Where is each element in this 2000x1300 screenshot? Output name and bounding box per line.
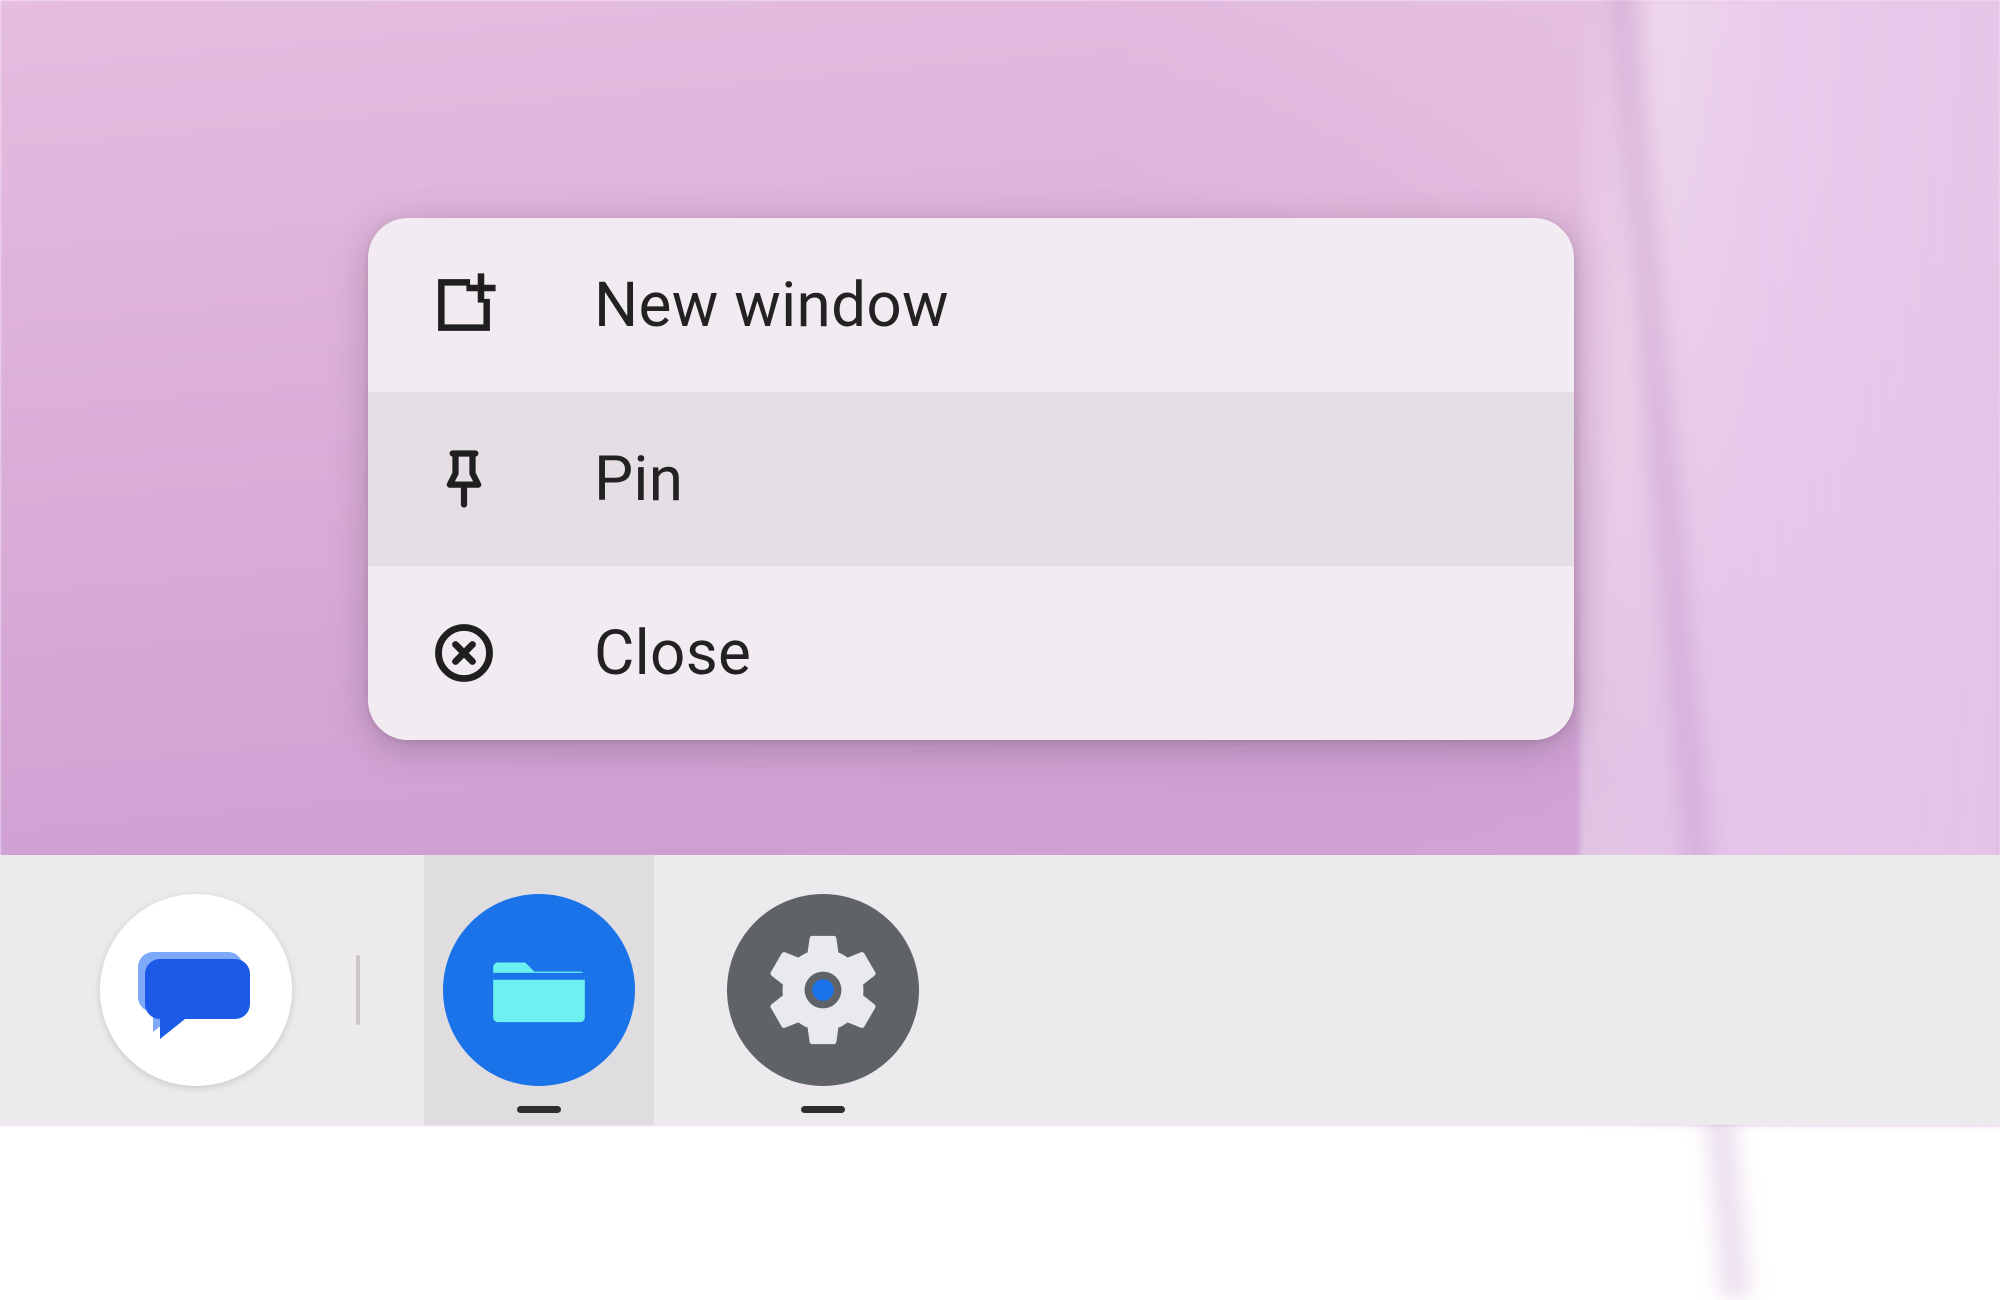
running-indicator: [517, 1106, 561, 1113]
app-icon-files[interactable]: [443, 894, 635, 1086]
menu-item-close[interactable]: Close: [368, 566, 1574, 740]
messages-icon: [136, 930, 256, 1050]
app-icon-messages[interactable]: [100, 894, 292, 1086]
app-slot-settings: [708, 855, 938, 1125]
menu-item-label: New window: [594, 269, 949, 342]
app-icon-settings[interactable]: [727, 894, 919, 1086]
files-icon: [484, 935, 594, 1045]
menu-item-label: Close: [594, 617, 751, 690]
menu-item-label: Pin: [594, 443, 683, 516]
running-indicator: [801, 1106, 845, 1113]
app-slot-files: [424, 855, 654, 1125]
menu-item-new-window[interactable]: New window: [368, 218, 1574, 392]
menu-item-pin[interactable]: Pin: [368, 392, 1574, 566]
gear-icon: [758, 925, 888, 1055]
new-window-icon: [430, 271, 498, 339]
shelf-context-menu: New window Pin Close: [368, 218, 1574, 740]
shelf: [0, 855, 2000, 1125]
shelf-divider: [356, 955, 360, 1025]
pin-icon: [430, 445, 498, 513]
close-circle-icon: [430, 619, 498, 687]
